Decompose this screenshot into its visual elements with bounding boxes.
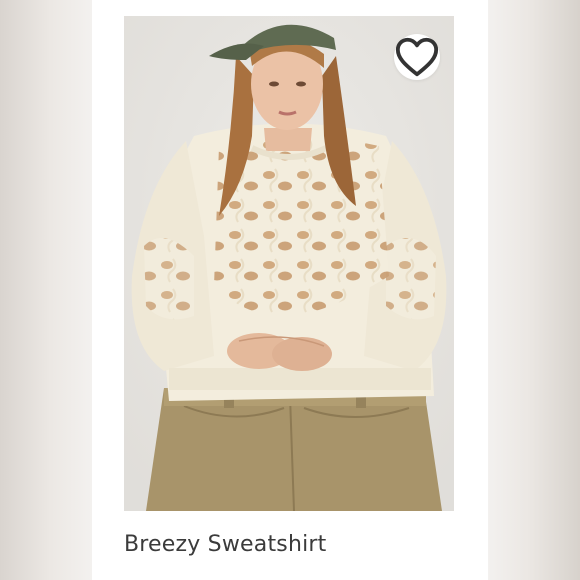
favorite-button[interactable] [394,34,440,80]
heart-outline-icon [395,37,439,77]
left-background-panel [0,0,92,580]
product-card[interactable]: Breezy Sweatshirt [92,0,488,580]
product-image[interactable] [124,16,454,511]
product-title[interactable]: Breezy Sweatshirt [124,532,326,557]
product-photo-illustration [124,16,454,511]
right-background-panel [488,0,580,580]
